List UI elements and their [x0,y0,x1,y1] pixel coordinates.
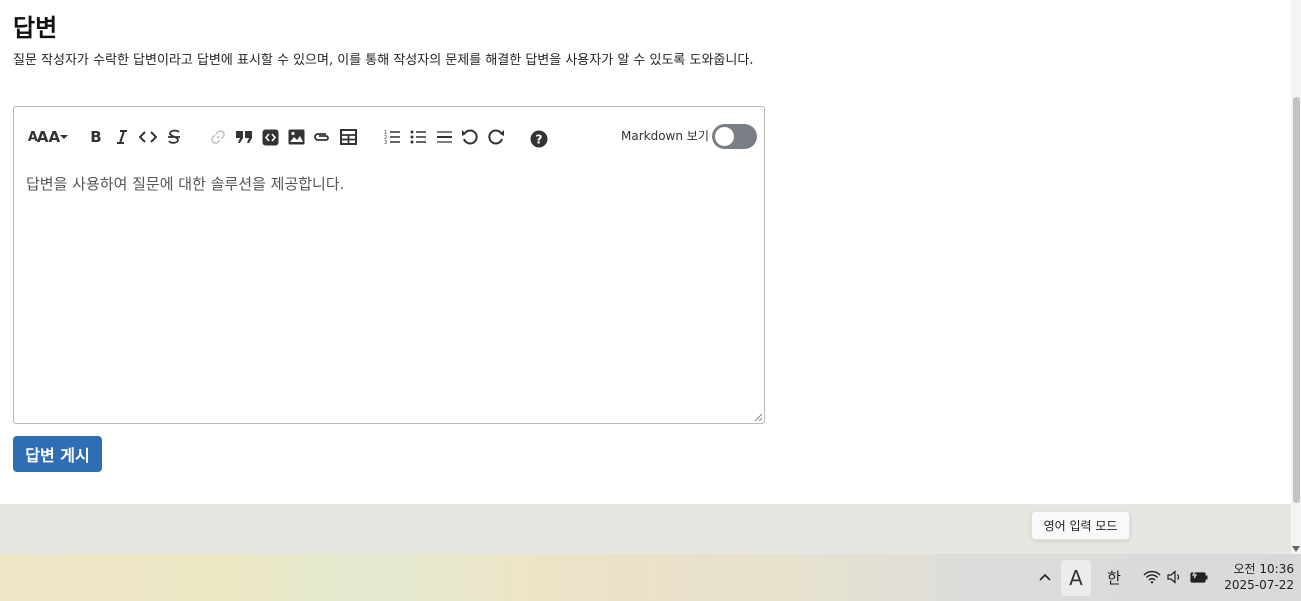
clock-date: 2025-07-22 [1224,578,1294,592]
answer-editor: A AA B 1 2 3 ? Markdown 보기 답변을 사용하여 질문에 … [13,106,765,424]
help-icon[interactable]: ? [528,129,550,149]
ime-mode-indicator[interactable]: A [1061,560,1091,596]
italic-icon[interactable] [111,127,133,147]
redo-icon[interactable] [485,127,507,147]
font-size-icon[interactable]: A AA [28,127,60,147]
bold-icon[interactable]: B [85,127,107,147]
svg-text:?: ? [536,133,543,147]
resize-handle-icon[interactable] [754,413,763,422]
table-icon[interactable] [337,127,359,147]
show-hidden-icons-chevron-icon[interactable] [1035,567,1055,587]
wifi-icon[interactable] [1142,568,1162,586]
image-icon[interactable] [285,127,307,147]
vertical-scrollbar[interactable] [1291,0,1301,554]
taskbar: A 한 오전 10:36 2025-07-22 [0,554,1301,601]
post-answer-button[interactable]: 답변 게시 [13,436,102,472]
blockquote-icon[interactable] [233,127,255,147]
system-clock[interactable]: 오전 10:36 2025-07-22 [1218,561,1294,593]
bold-label: B [90,128,102,146]
markdown-toggle[interactable] [712,124,757,149]
code-icon[interactable] [137,127,159,147]
ime-korean-indicator[interactable]: 한 [1101,565,1127,589]
code-block-icon[interactable] [259,127,281,147]
answer-section: 답변 질문 작성자가 수락한 답변이라고 답변에 표시할 수 있으며, 이를 통… [0,0,1291,504]
battery-icon[interactable] [1189,568,1209,586]
section-title: 답변 [13,14,58,42]
section-description: 질문 작성자가 수락한 답변이라고 답변에 표시할 수 있으며, 이를 통해 작… [13,53,754,68]
ime-tooltip: 영어 입력 모드 [1031,511,1130,540]
scroll-down-arrow-icon[interactable] [1292,546,1300,552]
volume-icon[interactable] [1165,568,1185,586]
scrollbar-thumb[interactable] [1293,97,1300,503]
editor-toolbar: A AA B 1 2 3 ? Markdown 보기 [14,107,764,165]
unordered-list-icon[interactable] [407,127,429,147]
attachment-icon[interactable] [311,127,333,147]
font-size-label: AA [36,128,61,146]
strikethrough-icon[interactable] [163,127,185,147]
ordered-list-icon[interactable]: 123 [381,127,403,147]
svg-text:3: 3 [384,140,387,145]
editor-content-area[interactable]: 답변을 사용하여 질문에 대한 솔루션을 제공합니다. [26,173,752,413]
clock-time: 오전 10:36 [1233,562,1294,576]
editor-placeholder: 답변을 사용하여 질문에 대한 솔루션을 제공합니다. [26,175,345,193]
toggle-knob [715,127,734,146]
markdown-toggle-label: Markdown 보기 [621,129,709,143]
undo-icon[interactable] [459,127,481,147]
link-icon[interactable] [207,127,229,147]
dropdown-caret-icon[interactable] [58,127,70,147]
horizontal-rule-icon[interactable] [433,127,455,147]
